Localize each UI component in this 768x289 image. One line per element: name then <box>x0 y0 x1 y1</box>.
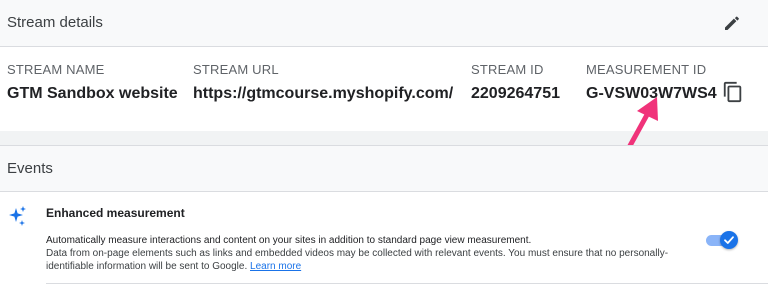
sparkle-icon <box>9 206 26 226</box>
stream-id-label: STREAM ID <box>471 62 544 77</box>
events-header: Events <box>0 145 768 192</box>
stream-name-column: STREAM NAME GTM Sandbox website <box>7 62 178 103</box>
events-title: Events <box>7 160 53 177</box>
copy-measurement-id-button[interactable] <box>722 81 744 103</box>
measurement-id-value[interactable]: G-VSW03W7WS4 <box>586 85 717 103</box>
stream-name-value: GTM Sandbox website <box>7 85 178 102</box>
toggle-knob <box>720 231 738 249</box>
enhanced-measurement-description: Automatically measure interactions and c… <box>46 234 696 273</box>
enhanced-measurement-toggle[interactable] <box>706 231 738 249</box>
pencil-icon <box>725 16 739 30</box>
stream-details-header: Stream details <box>0 0 768 47</box>
stream-id-value: 2209264751 <box>471 85 560 102</box>
stream-id-column: STREAM ID 2209264751 <box>471 62 560 103</box>
measurement-id-column: MEASUREMENT ID G-VSW03W7WS4 <box>586 62 717 103</box>
stream-url-column: STREAM URL https://gtmcourse.myshopify.c… <box>193 62 453 103</box>
copy-icon <box>723 81 742 103</box>
learn-more-link[interactable]: Learn more <box>250 261 301 272</box>
enhanced-measurement-summary: Automatically measure interactions and c… <box>46 235 532 246</box>
check-icon <box>724 236 734 244</box>
enhanced-measurement-detail: Data from on-page elements such as links… <box>46 248 669 272</box>
stream-details-title: Stream details <box>7 14 103 31</box>
section-spacer <box>0 131 768 145</box>
stream-name-label: STREAM NAME <box>7 62 105 77</box>
events-divider <box>46 283 768 284</box>
measurement-id-label: MEASUREMENT ID <box>586 62 707 77</box>
stream-url-value: https://gtmcourse.myshopify.com/ <box>193 85 454 102</box>
stream-url-label: STREAM URL <box>193 62 279 77</box>
enhanced-measurement-title: Enhanced measurement <box>46 206 185 220</box>
edit-stream-button[interactable] <box>721 10 745 34</box>
